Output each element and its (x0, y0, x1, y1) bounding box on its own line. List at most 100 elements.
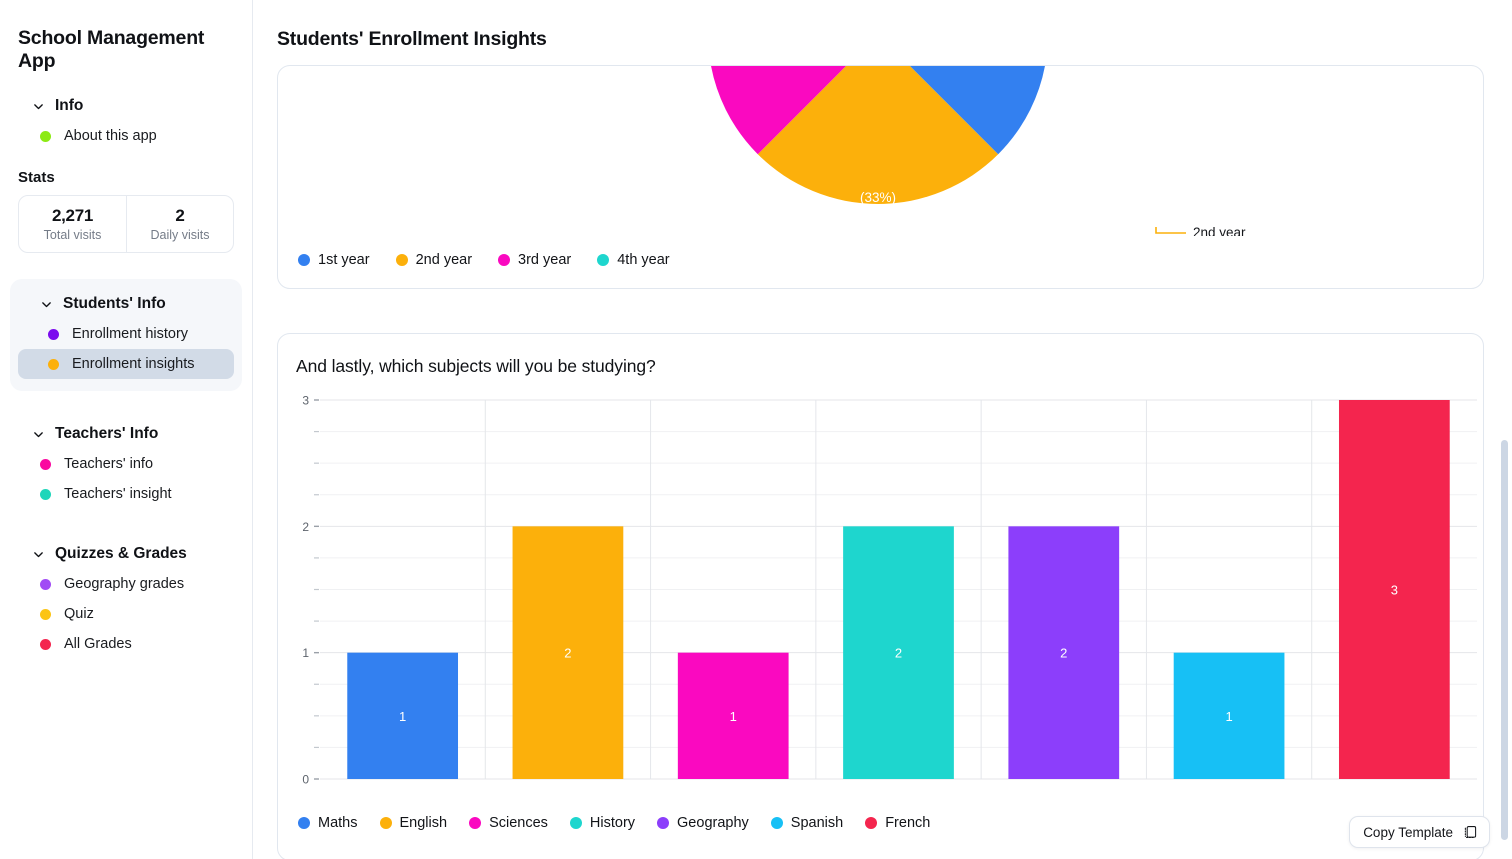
legend-item-4th-year[interactable]: 4th year (597, 252, 670, 268)
bar-value-label: 2 (564, 646, 571, 661)
sidebar-item-label: About this app (64, 128, 157, 144)
chevron-down-icon (34, 431, 43, 437)
chevron-down-icon (42, 301, 51, 307)
bullet-dot-icon (40, 458, 51, 470)
sidebar-item-geography-grades[interactable]: Geography grades (18, 569, 234, 599)
sidebar-item-label: Teachers' info (64, 456, 154, 472)
legend-swatch-icon (469, 817, 482, 829)
chevron-down-icon (34, 551, 43, 557)
page-title: Students' Enrollment Insights (277, 28, 547, 50)
vertical-scrollbar[interactable] (1501, 440, 1508, 840)
bar-value-label: 1 (730, 709, 737, 724)
app-root: School Management App Info About this ap… (0, 0, 1512, 859)
pie-legend: 1st year 2nd year 3rd year 4th year (278, 236, 1483, 284)
pie-chart-svg: (33%) 2nd year (711, 66, 1246, 236)
bar-chart[interactable]: 0 1 2 3 1 2 1 2 2 1 3 (278, 389, 1483, 799)
sidebar-item-enrollment-history[interactable]: Enrollment history (18, 319, 234, 349)
stat-caption: Total visits (43, 228, 102, 242)
legend-label: 1st year (318, 252, 370, 268)
y-axis-tick-label: 1 (302, 646, 309, 660)
sidebar-group-header-info[interactable]: Info (18, 91, 234, 121)
bar-value-label: 2 (895, 646, 902, 661)
bar-value-label: 1 (399, 709, 406, 724)
bullet-dot-icon (48, 328, 59, 340)
legend-swatch-icon (657, 817, 670, 829)
legend-item-maths[interactable]: Maths (298, 815, 358, 831)
legend-label: History (589, 815, 636, 831)
legend-swatch-icon (498, 254, 511, 266)
legend-swatch-icon (770, 817, 783, 829)
sidebar-group-header-students-info[interactable]: Students' Info (18, 289, 234, 319)
bar-legend: Maths English Sciences History Geography (278, 799, 1483, 847)
legend-label: English (399, 815, 448, 831)
legend-label: 4th year (617, 252, 670, 268)
bullet-dot-icon (40, 488, 51, 500)
legend-item-spanish[interactable]: Spanish (770, 815, 843, 831)
legend-swatch-icon (379, 817, 392, 829)
copy-icon (1464, 826, 1477, 839)
sidebar-group-quizzes-grades: Quizzes & Grades Geography grades Quiz A… (18, 539, 234, 659)
bar-value-label: 2 (1060, 646, 1067, 661)
bullet-dot-icon (40, 608, 51, 620)
legend-item-history[interactable]: History (569, 815, 636, 831)
sidebar-item-about-this-app[interactable]: About this app (18, 121, 234, 151)
sidebar-group-students-info: Students' Info Enrollment history Enroll… (10, 279, 242, 391)
sidebar-group-label: Students' Info (63, 295, 166, 312)
chevron-down-icon (34, 103, 43, 109)
bar-chart-title: And lastly, which subjects will you be s… (296, 356, 656, 376)
sidebar-item-label: Quiz (64, 606, 94, 622)
sidebar-group-label: Quizzes & Grades (55, 545, 187, 562)
sidebar-item-label: Teachers' insight (64, 486, 172, 502)
legend-item-english[interactable]: English (379, 815, 448, 831)
sidebar-group-header-quizzes-grades[interactable]: Quizzes & Grades (18, 539, 234, 569)
legend-swatch-icon (298, 817, 310, 829)
sidebar-group-teachers-info: Teachers' Info Teachers' info Teachers' … (18, 419, 234, 509)
sidebar-item-label: All Grades (64, 636, 132, 652)
sidebar-item-label: Enrollment insights (72, 356, 195, 372)
sidebar-item-label: Geography grades (64, 576, 185, 592)
y-axis-tick-label: 3 (302, 394, 309, 408)
sidebar-item-teachers-insight[interactable]: Teachers' insight (18, 479, 234, 509)
sidebar-group-info: Info About this app (18, 91, 234, 151)
main-content: Students' Enrollment Insights (33%) 2nd … (253, 0, 1512, 859)
legend-swatch-icon (395, 254, 408, 266)
legend-label: 3rd year (518, 252, 572, 268)
pie-chart[interactable]: (33%) 2nd year (278, 66, 1483, 236)
legend-item-geography[interactable]: Geography (657, 815, 749, 831)
legend-item-2nd-year[interactable]: 2nd year (395, 252, 473, 268)
legend-label: Sciences (489, 815, 548, 831)
sidebar: School Management App Info About this ap… (0, 0, 253, 859)
bar-chart-svg: 0 1 2 3 1 2 1 2 2 1 3 (302, 394, 1477, 787)
copy-template-label: Copy Template (1363, 824, 1453, 840)
stat-caption: Daily visits (150, 228, 210, 242)
legend-label: French (885, 815, 931, 831)
bullet-dot-icon (40, 578, 51, 590)
sidebar-item-teachers-info[interactable]: Teachers' info (18, 449, 234, 479)
stat-daily-visits: 2 Daily visits (126, 196, 233, 252)
legend-label: 2nd year (415, 252, 473, 268)
bar-value-label: 3 (1391, 583, 1398, 598)
sidebar-group-label: Info (55, 97, 84, 114)
legend-item-french[interactable]: French (865, 815, 930, 831)
sidebar-item-all-grades[interactable]: All Grades (18, 629, 234, 659)
legend-label: Maths (318, 815, 358, 831)
pie-callout-line (1155, 227, 1186, 234)
stat-total-visits: 2,271 Total visits (19, 196, 126, 252)
copy-template-button[interactable]: Copy Template (1349, 816, 1490, 848)
y-axis-tick-label: 2 (302, 520, 309, 534)
pie-slice-label-2nd-year: (33%) (860, 190, 896, 205)
bar-value-label: 1 (1225, 709, 1232, 724)
legend-item-sciences[interactable]: Sciences (469, 815, 548, 831)
bullet-dot-icon (40, 130, 51, 142)
pie-callout-label: 2nd year (1193, 225, 1246, 236)
subjects-bar-card: And lastly, which subjects will you be s… (277, 333, 1484, 859)
bullet-dot-icon (48, 358, 59, 370)
legend-item-3rd-year[interactable]: 3rd year (498, 252, 571, 268)
legend-item-1st-year[interactable]: 1st year (298, 252, 370, 268)
sidebar-group-header-teachers-info[interactable]: Teachers' Info (18, 419, 234, 449)
sidebar-item-quiz[interactable]: Quiz (18, 599, 234, 629)
sidebar-item-enrollment-insights[interactable]: Enrollment insights (18, 349, 234, 379)
legend-swatch-icon (569, 817, 582, 829)
legend-label: Geography (677, 815, 749, 831)
sidebar-item-label: Enrollment history (72, 326, 189, 342)
